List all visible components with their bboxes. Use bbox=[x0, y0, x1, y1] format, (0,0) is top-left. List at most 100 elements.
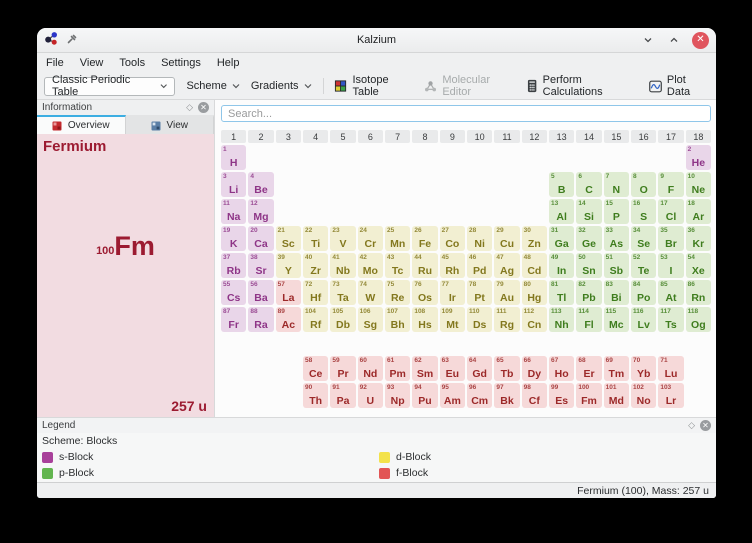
element-cell-bk[interactable]: 97Bk bbox=[494, 383, 519, 408]
element-cell-cs[interactable]: 55Cs bbox=[221, 280, 246, 305]
element-cell-te[interactable]: 52Te bbox=[631, 253, 656, 278]
menu-file[interactable]: File bbox=[46, 57, 64, 69]
element-cell-rh[interactable]: 45Rh bbox=[440, 253, 465, 278]
menu-view[interactable]: View bbox=[80, 57, 104, 69]
maximize-icon[interactable] bbox=[666, 32, 682, 48]
element-cell-ac[interactable]: 89Ac bbox=[276, 307, 301, 332]
element-cell-ce[interactable]: 58Ce bbox=[303, 356, 328, 381]
element-cell-sc[interactable]: 21Sc bbox=[276, 226, 301, 251]
element-cell-eu[interactable]: 63Eu bbox=[440, 356, 465, 381]
element-cell-os[interactable]: 76Os bbox=[412, 280, 437, 305]
element-cell-ga[interactable]: 31Ga bbox=[549, 226, 574, 251]
element-cell-fm[interactable]: 100Fm bbox=[576, 383, 601, 408]
element-cell-mg[interactable]: 12Mg bbox=[248, 199, 273, 224]
element-cell-ni[interactable]: 28Ni bbox=[467, 226, 492, 251]
element-cell-nh[interactable]: 113Nh bbox=[549, 307, 574, 332]
element-cell-ar[interactable]: 18Ar bbox=[686, 199, 711, 224]
element-cell-al[interactable]: 13Al bbox=[549, 199, 574, 224]
element-cell-sn[interactable]: 50Sn bbox=[576, 253, 601, 278]
element-cell-ti[interactable]: 22Ti bbox=[303, 226, 328, 251]
element-cell-tb[interactable]: 65Tb bbox=[494, 356, 519, 381]
element-cell-h[interactable]: 1H bbox=[221, 145, 246, 170]
titlebar[interactable]: Kalzium ✕ bbox=[37, 28, 716, 53]
element-cell-co[interactable]: 27Co bbox=[440, 226, 465, 251]
element-cell-ne[interactable]: 10Ne bbox=[686, 172, 711, 197]
element-cell-ru[interactable]: 44Ru bbox=[412, 253, 437, 278]
element-cell-cm[interactable]: 96Cm bbox=[467, 383, 492, 408]
element-cell-xe[interactable]: 54Xe bbox=[686, 253, 711, 278]
element-cell-zr[interactable]: 40Zr bbox=[303, 253, 328, 278]
element-cell-cl[interactable]: 17Cl bbox=[658, 199, 683, 224]
element-cell-n[interactable]: 7N bbox=[604, 172, 629, 197]
element-cell-tc[interactable]: 43Tc bbox=[385, 253, 410, 278]
element-cell-cr[interactable]: 24Cr bbox=[358, 226, 383, 251]
element-cell-au[interactable]: 79Au bbox=[494, 280, 519, 305]
element-cell-rn[interactable]: 86Rn bbox=[686, 280, 711, 305]
element-cell-ir[interactable]: 77Ir bbox=[440, 280, 465, 305]
menu-tools[interactable]: Tools bbox=[119, 57, 145, 69]
element-cell-he[interactable]: 2He bbox=[686, 145, 711, 170]
element-cell-th[interactable]: 90Th bbox=[303, 383, 328, 408]
element-cell-v[interactable]: 23V bbox=[330, 226, 355, 251]
element-cell-u[interactable]: 92U bbox=[358, 383, 383, 408]
gradients-dropdown[interactable]: Gradients bbox=[251, 80, 312, 92]
element-cell-tm[interactable]: 69Tm bbox=[604, 356, 629, 381]
element-cell-rg[interactable]: 111Rg bbox=[494, 307, 519, 332]
pin-icon[interactable] bbox=[66, 33, 78, 48]
element-cell-og[interactable]: 118Og bbox=[686, 307, 711, 332]
element-cell-be[interactable]: 4Be bbox=[248, 172, 273, 197]
element-cell-at[interactable]: 85At bbox=[658, 280, 683, 305]
element-cell-sb[interactable]: 51Sb bbox=[604, 253, 629, 278]
element-cell-db[interactable]: 105Db bbox=[330, 307, 355, 332]
menu-settings[interactable]: Settings bbox=[161, 57, 201, 69]
isotope-table-button[interactable]: Isotope Table bbox=[334, 74, 413, 98]
plot-data-button[interactable]: Plot Data bbox=[649, 74, 709, 98]
tab-overview[interactable]: Overview bbox=[37, 115, 126, 134]
element-cell-ho[interactable]: 67Ho bbox=[549, 356, 574, 381]
element-cell-b[interactable]: 5B bbox=[549, 172, 574, 197]
element-cell-sr[interactable]: 38Sr bbox=[248, 253, 273, 278]
element-cell-er[interactable]: 68Er bbox=[576, 356, 601, 381]
element-cell-pr[interactable]: 59Pr bbox=[330, 356, 355, 381]
element-cell-pm[interactable]: 61Pm bbox=[385, 356, 410, 381]
element-cell-ds[interactable]: 110Ds bbox=[467, 307, 492, 332]
element-cell-md[interactable]: 101Md bbox=[604, 383, 629, 408]
element-cell-ca[interactable]: 20Ca bbox=[248, 226, 273, 251]
element-cell-ag[interactable]: 47Ag bbox=[494, 253, 519, 278]
element-cell-pt[interactable]: 78Pt bbox=[467, 280, 492, 305]
element-cell-sm[interactable]: 62Sm bbox=[412, 356, 437, 381]
tab-view[interactable]: View bbox=[126, 115, 215, 134]
float-panel-icon[interactable]: ◇ bbox=[186, 102, 193, 113]
element-cell-zn[interactable]: 30Zn bbox=[522, 226, 547, 251]
element-cell-hg[interactable]: 80Hg bbox=[522, 280, 547, 305]
element-cell-bh[interactable]: 107Bh bbox=[385, 307, 410, 332]
element-overview[interactable]: Fermium 100Fm 257 u bbox=[37, 134, 214, 417]
element-cell-s[interactable]: 16S bbox=[631, 199, 656, 224]
element-cell-fl[interactable]: 114Fl bbox=[576, 307, 601, 332]
element-cell-rb[interactable]: 37Rb bbox=[221, 253, 246, 278]
close-icon[interactable]: ✕ bbox=[692, 32, 709, 49]
element-cell-tl[interactable]: 81Tl bbox=[549, 280, 574, 305]
element-cell-ge[interactable]: 32Ge bbox=[576, 226, 601, 251]
element-cell-in[interactable]: 49In bbox=[549, 253, 574, 278]
element-cell-pd[interactable]: 46Pd bbox=[467, 253, 492, 278]
element-cell-y[interactable]: 39Y bbox=[276, 253, 301, 278]
element-cell-rf[interactable]: 104Rf bbox=[303, 307, 328, 332]
element-cell-ts[interactable]: 117Ts bbox=[658, 307, 683, 332]
element-cell-pb[interactable]: 82Pb bbox=[576, 280, 601, 305]
element-cell-dy[interactable]: 66Dy bbox=[522, 356, 547, 381]
table-type-select[interactable]: Classic Periodic Table bbox=[44, 77, 175, 96]
search-input[interactable] bbox=[221, 105, 711, 122]
element-cell-c[interactable]: 6C bbox=[576, 172, 601, 197]
element-cell-fr[interactable]: 87Fr bbox=[221, 307, 246, 332]
element-cell-si[interactable]: 14Si bbox=[576, 199, 601, 224]
element-cell-mo[interactable]: 42Mo bbox=[358, 253, 383, 278]
element-cell-nb[interactable]: 41Nb bbox=[330, 253, 355, 278]
element-cell-re[interactable]: 75Re bbox=[385, 280, 410, 305]
menu-help[interactable]: Help bbox=[217, 57, 240, 69]
element-cell-mn[interactable]: 25Mn bbox=[385, 226, 410, 251]
element-cell-p[interactable]: 15P bbox=[604, 199, 629, 224]
element-cell-hs[interactable]: 108Hs bbox=[412, 307, 437, 332]
perform-calculations-button[interactable]: Perform Calculations bbox=[527, 74, 637, 98]
element-cell-mt[interactable]: 109Mt bbox=[440, 307, 465, 332]
